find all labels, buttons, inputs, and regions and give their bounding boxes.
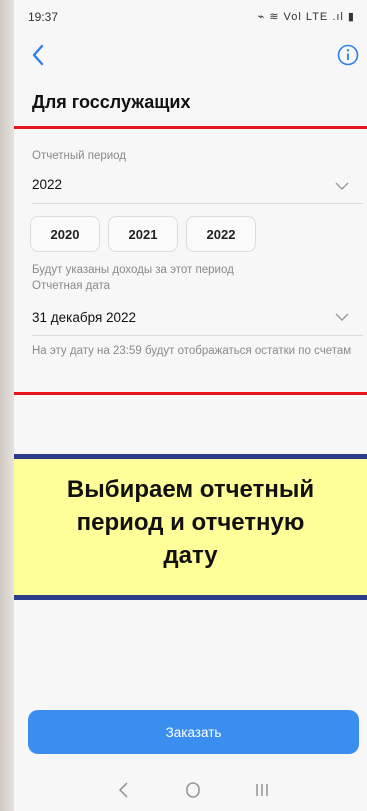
chevron-down-icon[interactable] xyxy=(335,312,349,322)
nav-recents-icon[interactable] xyxy=(250,778,274,802)
year-chip-2022[interactable]: 2022 xyxy=(186,216,256,252)
period-select-value[interactable]: 2022 xyxy=(32,177,62,192)
period-hint: Будут указаны доходы за этот период xyxy=(32,264,234,276)
period-divider xyxy=(32,203,363,204)
year-chip-2020[interactable]: 2020 xyxy=(30,216,100,252)
date-label: Отчетная дата xyxy=(32,280,111,292)
date-hint: На эту дату на 23:59 будут отображаться … xyxy=(32,345,352,357)
status-icons: ⌁ ≋ Vol LTE .ıl ▮ xyxy=(257,11,355,23)
android-nav-bar xyxy=(14,770,367,810)
nav-back-icon[interactable] xyxy=(112,778,136,802)
status-time: 19:37 xyxy=(28,10,59,24)
period-label: Отчетный период xyxy=(32,150,127,162)
year-chip-2021[interactable]: 2021 xyxy=(108,216,178,252)
date-divider xyxy=(32,335,363,336)
back-arrow-icon[interactable] xyxy=(24,40,54,70)
instruction-banner: Выбираем отчетный период и отчетную дату xyxy=(14,454,367,600)
photo-frame-edge xyxy=(0,0,14,811)
status-bar: 19:37 ⌁ ≋ Vol LTE .ıl ▮ xyxy=(28,8,355,28)
date-select-value[interactable]: 31 декабря 2022 xyxy=(32,310,136,325)
info-icon[interactable] xyxy=(335,42,361,68)
page-title: Для госслужащих xyxy=(32,92,191,112)
banner-text: Выбираем отчетный период и отчетную дату xyxy=(66,476,315,569)
top-bar xyxy=(14,38,367,74)
nav-home-icon[interactable] xyxy=(181,778,205,802)
year-chips: 2020 2021 2022 xyxy=(30,216,256,252)
phone-screen: 19:37 ⌁ ≋ Vol LTE .ıl ▮ Для госслужащих … xyxy=(14,0,367,811)
chevron-down-icon[interactable] xyxy=(335,181,349,191)
order-button[interactable]: Заказать xyxy=(28,710,359,754)
